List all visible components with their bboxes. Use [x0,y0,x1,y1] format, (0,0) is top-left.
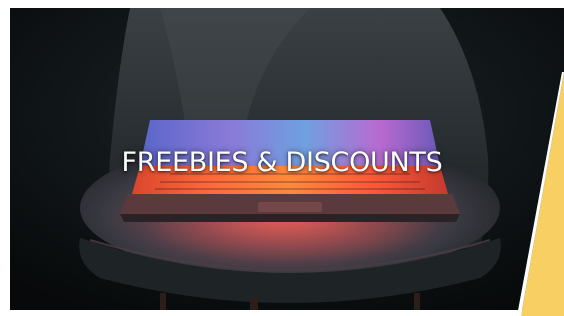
banner-headline: FREEBIES & DISCOUNTS [121,147,443,178]
freebies-discounts-banner-page: FREEBIES & DISCOUNTS [0,0,564,316]
